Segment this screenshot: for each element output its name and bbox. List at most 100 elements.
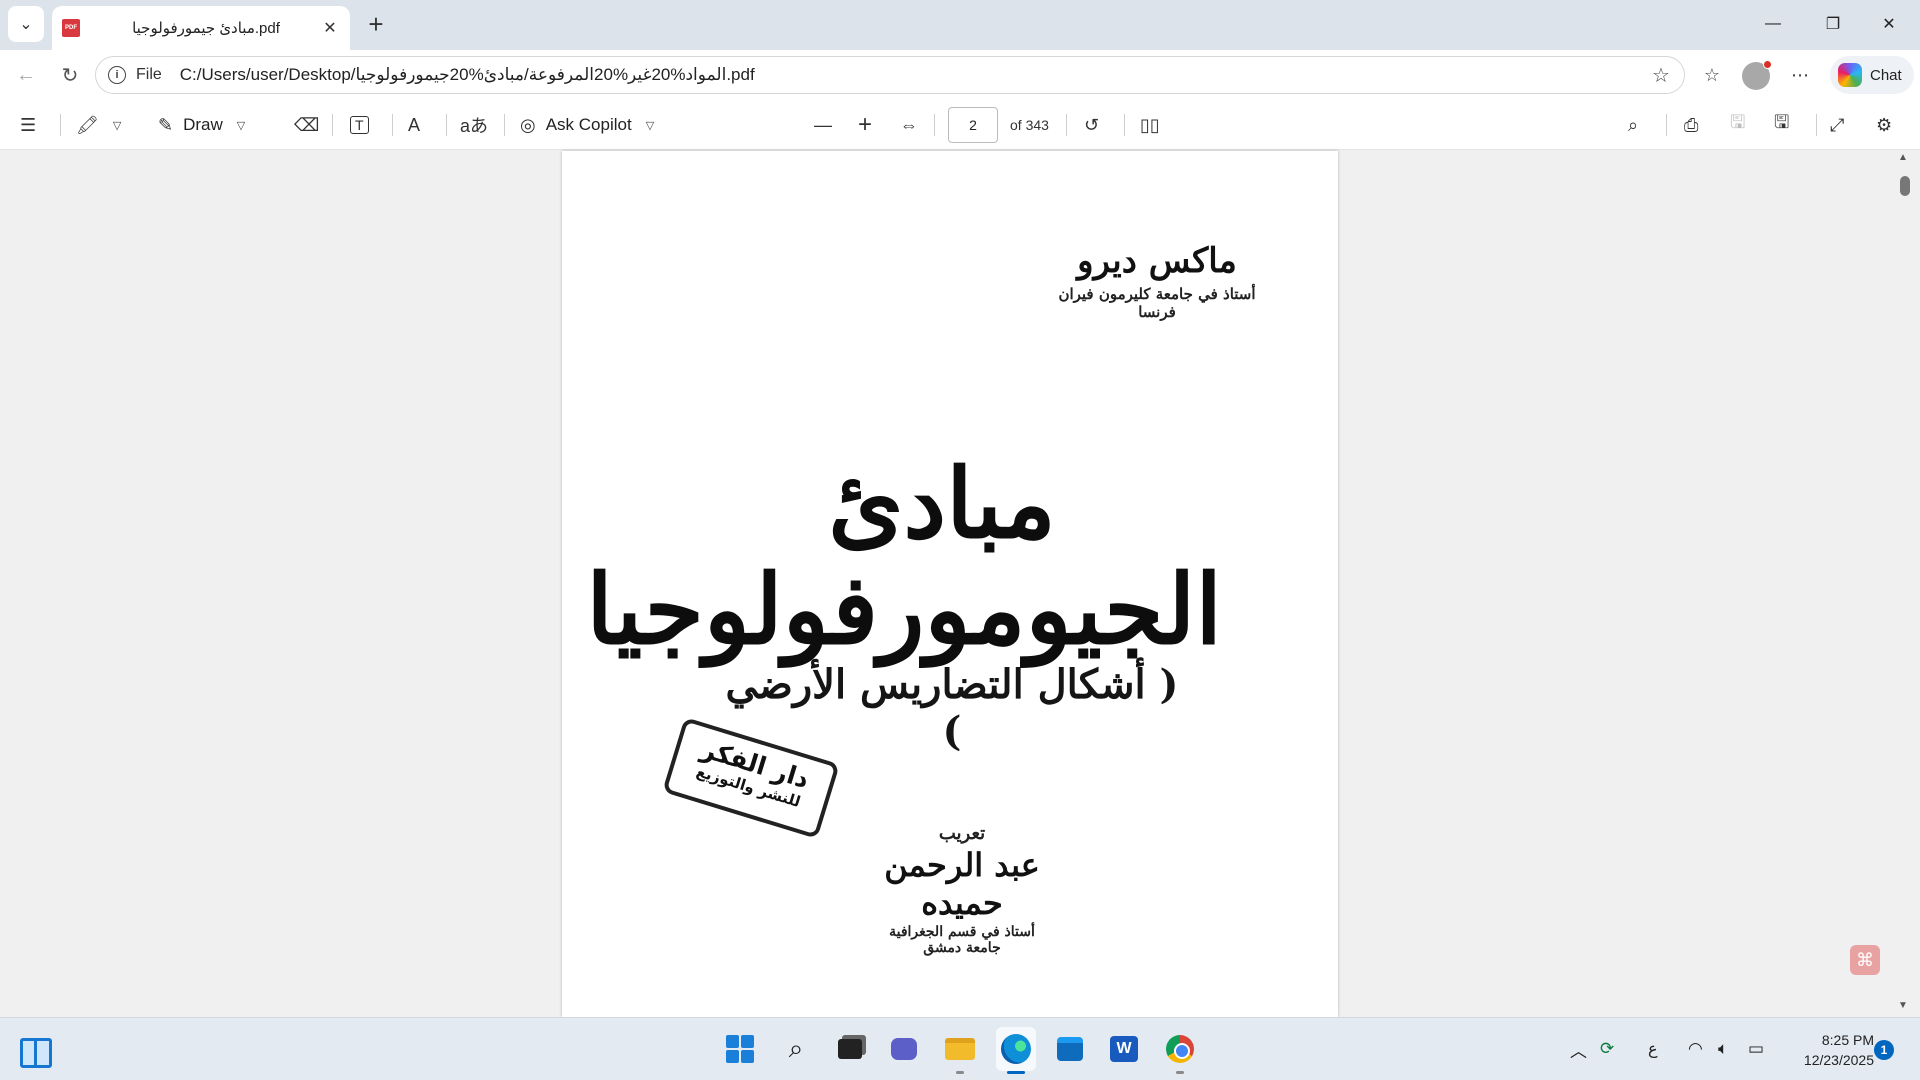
- input-language[interactable]: ع: [1648, 1036, 1658, 1062]
- chat-label: Chat: [1870, 66, 1902, 84]
- zoom-in-button[interactable]: +: [858, 110, 872, 140]
- arrow-left-icon: ←: [16, 63, 36, 86]
- start-button[interactable]: [724, 1033, 756, 1065]
- contents-icon[interactable]: ☰: [20, 110, 36, 140]
- clock[interactable]: 8:25 PM 12/23/2025: [1784, 1030, 1874, 1070]
- more-options-icon[interactable]: ⋯: [1786, 61, 1814, 89]
- print-button[interactable]: ⎙: [1684, 110, 1698, 140]
- translator-university: جامعة دمشق: [923, 940, 1001, 956]
- pen-icon: ✎: [158, 114, 174, 135]
- save-icon: 🖫: [1730, 112, 1746, 132]
- acrobat-icon[interactable]: ⌘: [1850, 945, 1880, 975]
- chevron-down-icon[interactable]: ▽: [646, 119, 654, 132]
- wifi-icon[interactable]: ◠: [1688, 1036, 1703, 1062]
- translate-button[interactable]: aあ: [460, 110, 488, 140]
- draw-button[interactable]: ✎ Draw ▽: [158, 110, 245, 140]
- page-view-button[interactable]: ▯▯: [1140, 110, 1160, 140]
- task-view-button[interactable]: [834, 1033, 866, 1065]
- running-indicator: [956, 1071, 964, 1074]
- tab-title: مبادئ جيمورفولوجيا.pdf: [132, 20, 280, 37]
- edge-icon: [1001, 1034, 1031, 1064]
- plus-icon: +: [368, 9, 384, 39]
- chevron-down-icon[interactable]: ▽: [237, 119, 245, 132]
- rotate-button[interactable]: ↺: [1084, 110, 1099, 140]
- chrome-button[interactable]: [1164, 1033, 1196, 1065]
- translator-title: أستاذ في قسم الجغرافية: [889, 924, 1035, 940]
- scroll-up-arrow-icon[interactable]: ▲: [1898, 152, 1908, 163]
- volume-icon[interactable]: 🔈︎: [1718, 1036, 1728, 1062]
- vertical-scrollbar[interactable]: [1896, 151, 1914, 1017]
- search-button[interactable]: ⌕: [780, 1033, 812, 1065]
- scroll-down-arrow-icon[interactable]: ▼: [1898, 1000, 1908, 1011]
- close-window-button[interactable]: ✕: [1866, 8, 1912, 40]
- folder-icon: [945, 1038, 975, 1060]
- expand-icon: ⤢: [1830, 114, 1845, 135]
- file-explorer-button[interactable]: [944, 1033, 976, 1065]
- fit-width-icon: ⇔: [900, 114, 918, 135]
- eraser-button[interactable]: ⌫: [294, 110, 319, 140]
- scrollbar-thumb[interactable]: [1900, 176, 1910, 196]
- book-subtitle: ( أشكال التضاريس الأرضي ): [725, 661, 1179, 755]
- toolbar-divider: [934, 114, 935, 136]
- task-view-icon: [838, 1039, 862, 1059]
- back-button[interactable]: ←: [12, 61, 40, 89]
- save-as-button[interactable]: 🖫: [1774, 110, 1789, 140]
- draw-label: Draw: [183, 115, 223, 134]
- store-icon: [1057, 1037, 1083, 1061]
- zoom-out-button[interactable]: —: [814, 110, 832, 140]
- tab-active[interactable]: PDF مبادئ جيمورفولوجيا.pdf ✕: [52, 6, 350, 50]
- url-scheme: File: [136, 66, 162, 83]
- toolbar-divider: [392, 114, 393, 136]
- translate-icon: aあ: [460, 116, 489, 136]
- translator-name: عبد الرحمن حميده: [884, 846, 1040, 922]
- save-button[interactable]: 🖫: [1730, 110, 1745, 140]
- toolbar-divider: [1066, 114, 1067, 136]
- copilot-icon: ◎: [520, 114, 536, 135]
- chevron-down-icon[interactable]: ▽: [113, 119, 121, 132]
- close-tab-icon[interactable]: ✕: [320, 18, 340, 38]
- ask-copilot-label: Ask Copilot: [545, 115, 632, 134]
- refresh-button[interactable]: ↻: [56, 61, 84, 89]
- add-text-button[interactable]: T: [350, 110, 369, 140]
- tab-actions-menu-button[interactable]: ⌄: [8, 6, 44, 42]
- teams-button[interactable]: [888, 1033, 920, 1065]
- show-hidden-icons-chevron-up-icon[interactable]: ︿: [1570, 1036, 1587, 1062]
- edge-button[interactable]: [1000, 1033, 1032, 1065]
- store-button[interactable]: [1054, 1033, 1086, 1065]
- info-icon[interactable]: i: [108, 66, 126, 84]
- fullscreen-button[interactable]: ⤢: [1830, 110, 1844, 140]
- battery-icon[interactable]: ▭: [1748, 1036, 1764, 1062]
- address-bar: ← ↻ i File C:/Users/user/Desktop/المواد%…: [0, 50, 1920, 100]
- restore-button[interactable]: ❐: [1810, 8, 1856, 40]
- highlight-button[interactable]: 🖍 ▽: [76, 110, 121, 140]
- url-text[interactable]: C:/Users/user/Desktop/المواد%20غير%20الم…: [180, 65, 1646, 85]
- page-number-input[interactable]: 2: [948, 107, 998, 143]
- refresh-icon: ↻: [61, 64, 79, 87]
- pdf-icon: PDF: [62, 19, 80, 37]
- word-button[interactable]: W: [1108, 1033, 1140, 1065]
- save-as-icon: 🖫: [1774, 112, 1790, 132]
- running-indicator: [1176, 1071, 1184, 1074]
- toolbar-divider: [1666, 114, 1667, 136]
- notification-badge[interactable]: 1: [1874, 1040, 1894, 1060]
- find-button[interactable]: ⌕: [1628, 110, 1638, 140]
- copilot-chat-button[interactable]: Chat: [1830, 56, 1914, 94]
- read-aloud-button[interactable]: A: [408, 110, 420, 140]
- new-tab-button[interactable]: +: [362, 10, 390, 38]
- minimize-button[interactable]: —: [1750, 8, 1796, 40]
- favorite-star-icon[interactable]: ☆: [1646, 63, 1676, 88]
- rotate-icon: ↺: [1084, 114, 1100, 135]
- pdf-viewer[interactable]: ماكس ديرو أستاذ في جامعة كليرمون فيران ف…: [0, 151, 1920, 1017]
- clock-date: 12/23/2025: [1803, 1052, 1874, 1068]
- title-bar: ⌄ PDF مبادئ جيمورفولوجيا.pdf ✕ + — ❐ ✕: [0, 0, 1920, 50]
- author-title: أستاذ في جامعة كليرمون فيران: [1058, 285, 1256, 303]
- search-icon: ⌕: [1628, 114, 1639, 135]
- widgets-icon[interactable]: [20, 1038, 52, 1068]
- fit-width-button[interactable]: ⇔: [900, 110, 918, 140]
- favorites-icon[interactable]: ☆: [1698, 61, 1726, 89]
- url-field[interactable]: i File C:/Users/user/Desktop/المواد%20غي…: [95, 56, 1685, 94]
- ask-copilot-button[interactable]: ◎ Ask Copilot ▽: [520, 110, 654, 140]
- settings-button[interactable]: ⚙: [1876, 110, 1892, 140]
- translation-label: تعريب: [938, 823, 986, 844]
- sync-icon[interactable]: ⟳: [1600, 1036, 1614, 1062]
